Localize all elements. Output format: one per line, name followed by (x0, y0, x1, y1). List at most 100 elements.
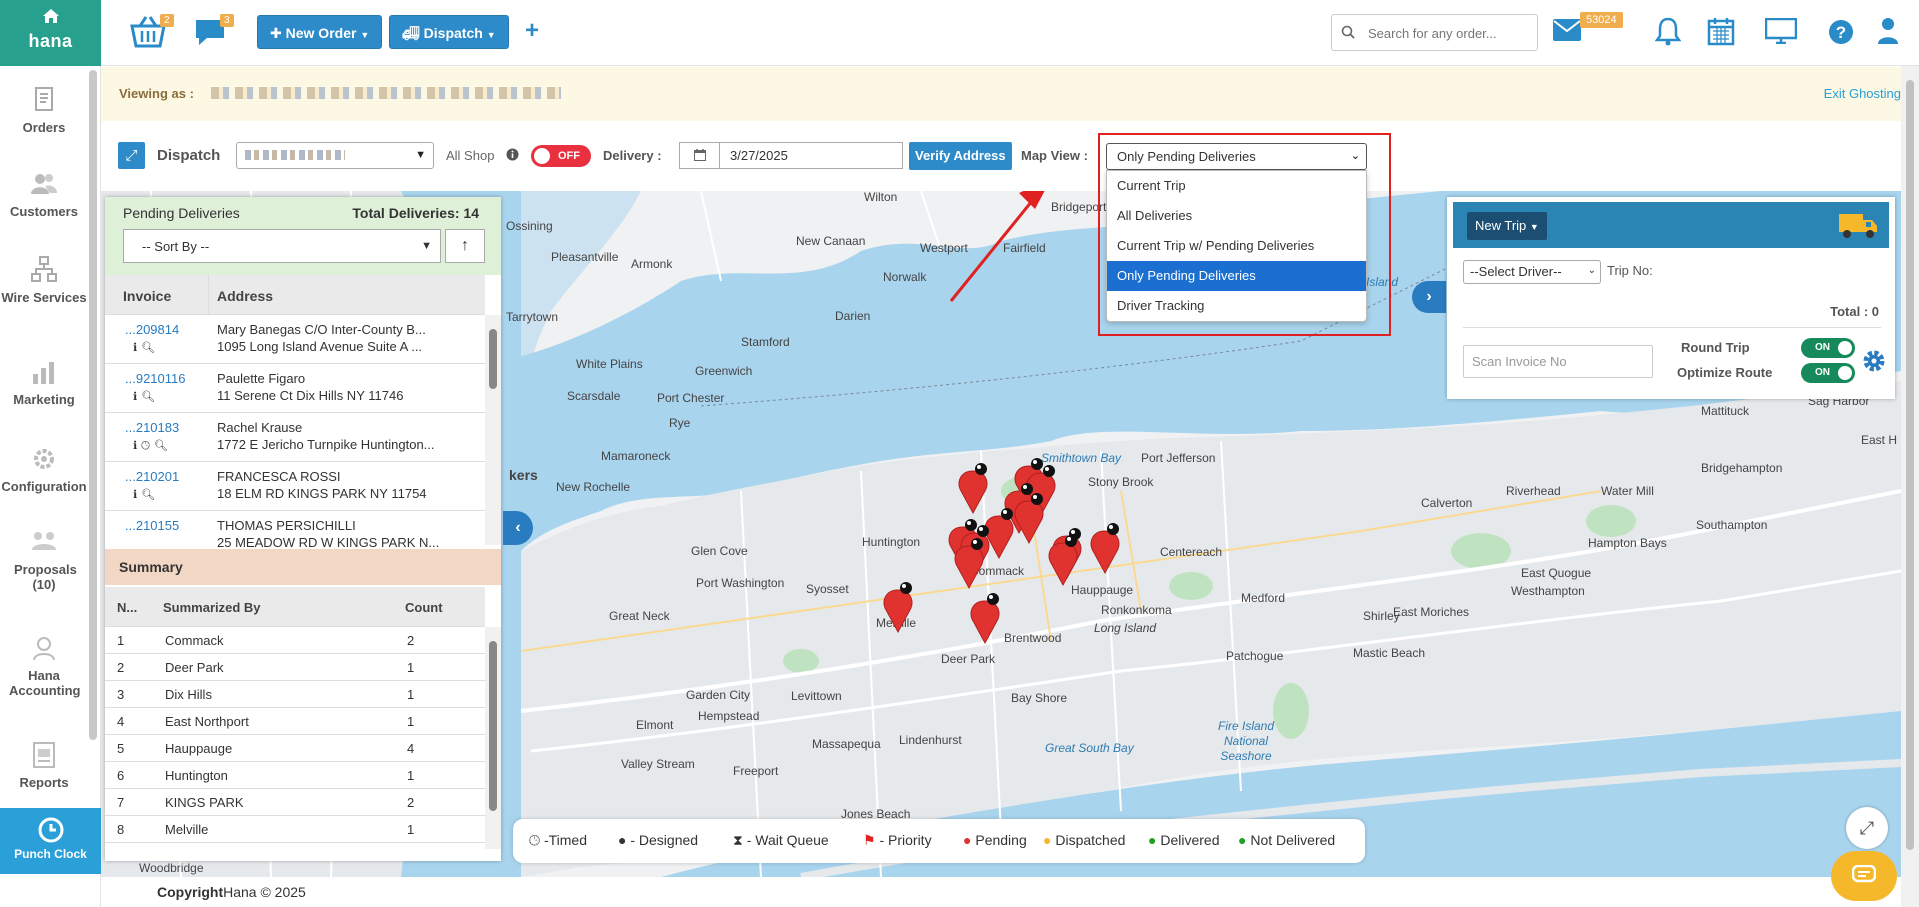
plus-icon: ✚ (270, 25, 286, 41)
profile-button[interactable] (1877, 17, 1899, 48)
expand-icon[interactable]: ⤢ (118, 142, 145, 169)
col-address[interactable]: Address (217, 288, 273, 304)
scan-invoice-input[interactable]: Scan Invoice No (1463, 345, 1653, 378)
order-search[interactable] (1331, 14, 1538, 51)
sidebar-item-configuration[interactable]: Configuration (0, 445, 92, 494)
pin-red-icon: ● (963, 832, 972, 848)
sidebar-item-wire-services[interactable]: Wire Services (0, 256, 88, 305)
mail-badge: 53024 (1580, 12, 1623, 28)
sidebar-scrollbar[interactable] (89, 70, 97, 740)
new-order-button[interactable]: ✚ New Order ▼ (257, 15, 383, 49)
col-n[interactable]: N... (117, 600, 137, 615)
pin-green-icon: ● (1148, 832, 1157, 848)
invoice-link[interactable]: ...210201 (125, 469, 179, 484)
fullscreen-icon[interactable]: ⤢ (1846, 807, 1888, 849)
gear-icon[interactable] (1861, 348, 1887, 377)
all-shop-label: All Shop (446, 148, 495, 163)
sort-direction-button[interactable]: ↑ (445, 229, 485, 263)
user-icon (1878, 18, 1898, 44)
shop-select[interactable]: ▼ (236, 142, 434, 169)
designed-icon: ● (618, 832, 627, 848)
sidebar-item-hana-accounting[interactable]: Hana Accounting (0, 634, 88, 698)
pending-scrollbar[interactable] (485, 315, 501, 545)
legend-designed: ● - Designed (618, 832, 699, 848)
table-row[interactable]: ...9210116 ℹ︎🔍︎ Paulette Figaro 11 Seren… (105, 364, 485, 413)
sidebar-item-label: Hana Accounting (9, 668, 81, 698)
delivery-date-field[interactable]: 3/27/2025 (679, 142, 903, 169)
recipient-name: Mary Banegas C/O Inter-County B... (217, 322, 426, 337)
exit-ghosting-link[interactable]: Exit Ghosting (1824, 86, 1901, 101)
calendar-icon[interactable] (680, 143, 720, 168)
sidebar-item-reports[interactable]: Reports (0, 741, 88, 790)
invoice-link[interactable]: ...210183 (125, 420, 179, 435)
help-button[interactable]: ? (1828, 19, 1854, 48)
pin-green-black-icon: ● (1238, 832, 1247, 848)
invoice-link[interactable]: ...210155 (125, 518, 179, 533)
table-row[interactable]: ...209814 ℹ︎🔍︎ Mary Banegas C/O Inter-Co… (105, 315, 485, 364)
summary-row: 1 Commack 2 (105, 627, 485, 654)
round-trip-toggle[interactable]: ON (1801, 338, 1855, 358)
search-input[interactable] (1368, 23, 1528, 43)
calendar-button[interactable] (1707, 16, 1735, 49)
all-shop-toggle[interactable]: OFF (531, 145, 591, 167)
invoice-link[interactable]: ...9210116 (125, 371, 185, 386)
summary-row: 3 Dix Hills 1 (105, 681, 485, 708)
pin-yellow-icon: ● (1043, 832, 1052, 848)
pending-header: Pending Deliveries Total Deliveries: 14 … (105, 197, 501, 275)
recipient-name: Paulette Figaro (217, 371, 306, 386)
sort-by-select[interactable]: -- Sort By -- ▼ (123, 229, 441, 263)
trip-no-label: Trip No: (1607, 263, 1653, 278)
total-deliveries: Total Deliveries: 14 (352, 205, 479, 221)
recipient-name: THOMAS PERSICHILLI (217, 518, 356, 533)
ghost-user-name (211, 87, 561, 99)
new-trip-button[interactable]: New Trip ▼ (1467, 212, 1547, 240)
trip-total: Total : 0 (1830, 304, 1879, 319)
col-count[interactable]: Count (405, 600, 443, 615)
sidebar-item-label: Wire Services (1, 290, 87, 305)
help-icon: ? (1829, 20, 1853, 44)
notifications-button[interactable] (1654, 16, 1682, 49)
sidebar-item-label: Orders (22, 120, 66, 135)
chat-button[interactable]: 3 (193, 14, 234, 51)
page-scrollbar[interactable] (1901, 66, 1919, 907)
summary-table-header: N... Summarized By Count (105, 587, 485, 627)
info-clock-icon: ℹ︎🕒︎🔍︎ (133, 440, 172, 452)
customers-icon (31, 174, 57, 194)
summary-row: 5 Hauppauge 4 (105, 735, 485, 762)
add-button[interactable]: + (525, 17, 539, 45)
home-logo[interactable]: hana (0, 0, 101, 66)
sidebar-item-orders[interactable]: Orders (0, 86, 88, 135)
expand-trip-button[interactable]: › (1412, 281, 1446, 313)
sidebar-item-label: Marketing (13, 392, 75, 407)
monitor-button[interactable] (1764, 17, 1798, 47)
summary-row: 2 Deer Park 1 (105, 654, 485, 681)
network-icon (31, 256, 57, 282)
sidebar-item-marketing[interactable]: Marketing (0, 358, 88, 407)
table-row[interactable]: ...210183 ℹ︎🕒︎🔍︎ Rachel Krause 1772 E Je… (105, 413, 485, 462)
reports-icon (33, 742, 55, 768)
verify-address-button[interactable]: Verify Address (909, 142, 1012, 170)
col-summarized-by[interactable]: Summarized By (163, 600, 261, 615)
dispatch-menu-button[interactable]: 🚚︎ Dispatch ▼ (389, 15, 509, 49)
pending-deliveries-panel: Pending Deliveries Total Deliveries: 14 … (105, 197, 501, 861)
col-invoice[interactable]: Invoice (123, 288, 171, 304)
optimize-route-toggle[interactable]: ON (1801, 363, 1855, 383)
select-driver[interactable]: --Select Driver-- ⌄ (1463, 260, 1601, 284)
dispatch-title: Dispatch (157, 147, 221, 164)
sidebar-item-label: Configuration (1, 479, 87, 494)
support-chat-button[interactable] (1831, 851, 1897, 901)
mail-button[interactable]: 53024 (1552, 12, 1623, 45)
summary-scrollbar[interactable] (485, 627, 501, 849)
cart-button[interactable]: 2 (130, 14, 174, 51)
table-row[interactable]: ...210201 ℹ︎🔍︎ FRANCESCA ROSSI 18 ELM RD… (105, 462, 485, 511)
recipient-name: FRANCESCA ROSSI (217, 469, 341, 484)
legend-pending: ● Pending (963, 832, 1027, 848)
sidebar-item-proposals[interactable]: Proposals (10) (0, 528, 88, 592)
sidebar-item-customers[interactable]: Customers (0, 170, 88, 219)
legend-not-delivered: ● Not Delivered (1238, 832, 1336, 848)
invoice-link[interactable]: ...209814 (125, 322, 179, 337)
table-row[interactable]: ...210155 THOMAS PERSICHILLI 25 MEADOW R… (105, 511, 485, 547)
caret-down-icon: ▼ (360, 30, 370, 40)
summary-row: 4 East Northport 1 (105, 708, 485, 735)
punch-clock-button[interactable]: Punch Clock (0, 808, 101, 874)
